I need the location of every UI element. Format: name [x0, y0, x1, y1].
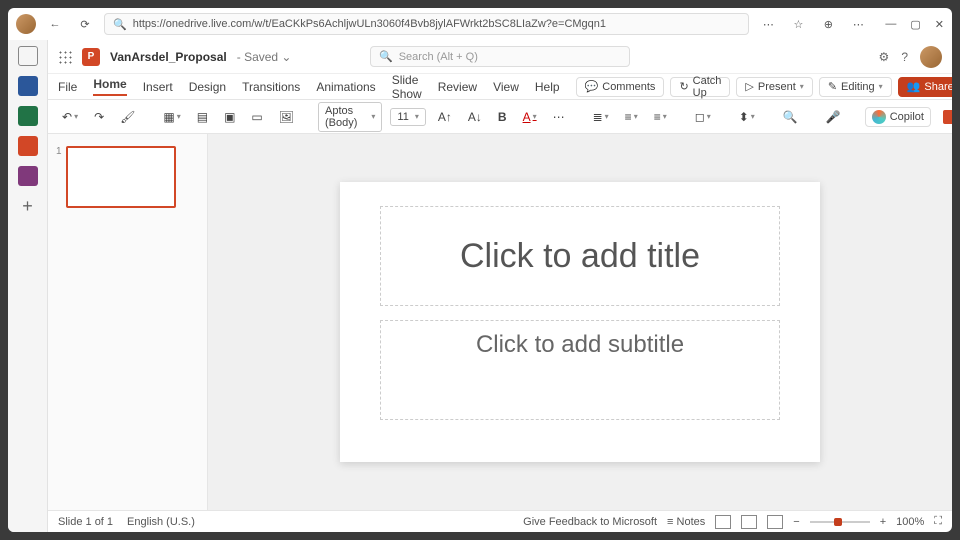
subtitle-placeholder[interactable]: Click to add subtitle [380, 320, 780, 420]
section-button[interactable]: ▭ [247, 108, 266, 126]
slide: Click to add title Click to add subtitle [340, 182, 820, 462]
zoom-slider[interactable] [810, 521, 870, 523]
tab-view[interactable]: View [493, 80, 519, 94]
picture-button[interactable]: 🖼 [275, 108, 298, 126]
settings-icon[interactable]: ⚙ [879, 50, 890, 64]
editing-button[interactable]: ✎ Editing ▾ [819, 77, 892, 97]
slide-thumbnail-1[interactable] [66, 146, 176, 208]
language-status[interactable]: English (U.S.) [127, 516, 195, 528]
address-bar[interactable]: 🔍 [104, 13, 749, 35]
app-launcher-icon[interactable] [58, 50, 72, 64]
close-button[interactable]: ✕ [935, 18, 944, 31]
minimize-button[interactable]: — [885, 18, 896, 31]
comments-button[interactable]: 💬 Comments [576, 77, 665, 97]
reset-button[interactable]: ▣ [220, 108, 239, 126]
align-button[interactable]: ≡▾ [650, 108, 671, 126]
search-box[interactable]: 🔍 Search (Alt + Q) [370, 46, 630, 67]
undo-button[interactable]: ↶▾ [58, 108, 82, 126]
browser-chrome: ← ⟳ 🔍 ⋯ ☆ ⊕ ⋯ — ▢ ✕ [8, 8, 952, 40]
new-slide-button[interactable]: ▦▾ [159, 108, 184, 126]
powerpoint-icon: P [82, 48, 100, 66]
reading-view-button[interactable] [767, 515, 783, 529]
status-bar: Slide 1 of 1 English (U.S.) Give Feedbac… [48, 510, 952, 532]
thumb-number: 1 [56, 146, 62, 208]
arrange-button[interactable]: ⬍▾ [735, 108, 759, 126]
favorite-icon[interactable]: ☆ [787, 13, 809, 35]
zoom-out-button[interactable]: − [793, 516, 799, 528]
shapes-button[interactable]: ◻▾ [691, 108, 715, 126]
ribbon-tabs: File Home Insert Design Transitions Anim… [48, 74, 952, 100]
share-button[interactable]: 👥 Share ▾ [898, 77, 952, 97]
url-input[interactable] [133, 18, 741, 30]
feedback-link[interactable]: Give Feedback to Microsoft [523, 516, 657, 528]
tab-animations[interactable]: Animations [316, 80, 375, 94]
dictate-button[interactable]: 🎤 [822, 108, 845, 126]
fit-to-window-button[interactable]: ⛶ [934, 515, 942, 528]
tab-transitions[interactable]: Transitions [242, 80, 300, 94]
zoom-in-button[interactable]: + [880, 516, 886, 528]
rail-word-icon[interactable] [18, 76, 38, 96]
slide-canvas[interactable]: Click to add title Click to add subtitle… [208, 134, 952, 510]
normal-view-button[interactable] [715, 515, 731, 529]
tab-file[interactable]: File [58, 80, 77, 94]
lock-icon: 🔍 [113, 18, 127, 31]
find-button[interactable]: 🔍 [779, 108, 802, 126]
copilot-icon [872, 110, 886, 124]
font-color-button[interactable]: A▾ [519, 108, 541, 126]
catchup-button[interactable]: ↻ Catch Up [670, 77, 730, 97]
increase-font-button[interactable]: A↑ [434, 108, 456, 126]
present-button[interactable]: ▷ Present ▾ [736, 77, 812, 97]
menu-icon[interactable]: ⋯ [847, 13, 869, 35]
layout-button[interactable]: ▤ [193, 108, 212, 126]
decrease-font-button[interactable]: A↓ [464, 108, 486, 126]
document-name[interactable]: VanArsdel_Proposal [110, 50, 227, 64]
profile-avatar[interactable] [16, 14, 36, 34]
app-rail: + [8, 40, 48, 532]
bold-button[interactable]: B [494, 108, 511, 126]
rail-excel-icon[interactable] [18, 106, 38, 126]
help-icon[interactable]: ? [901, 50, 908, 64]
sorter-view-button[interactable] [741, 515, 757, 529]
tab-review[interactable]: Review [438, 80, 477, 94]
title-placeholder[interactable]: Click to add title [380, 206, 780, 306]
copilot-button[interactable]: Copilot [865, 107, 931, 127]
rail-add-icon[interactable]: + [22, 196, 33, 217]
designer-button[interactable] [939, 108, 952, 126]
more-font-button[interactable]: ⋯ [549, 108, 569, 126]
home-toolbar: ↶▾ ↷ 🖌 ▦▾ ▤ ▣ ▭ 🖼 Aptos (Body)▾ 11▾ A↑ A… [48, 100, 952, 134]
rail-home-icon[interactable] [18, 46, 38, 66]
font-size-select[interactable]: 11▾ [390, 108, 425, 126]
tab-slideshow[interactable]: Slide Show [392, 73, 422, 101]
collections-icon[interactable]: ⊕ [817, 13, 839, 35]
app-window: ← ⟳ 🔍 ⋯ ☆ ⊕ ⋯ — ▢ ✕ + P [8, 8, 952, 532]
designer-icon [943, 110, 952, 124]
format-painter-button[interactable]: 🖌 [116, 108, 139, 126]
user-avatar[interactable] [920, 46, 942, 68]
rail-onenote-icon[interactable] [18, 166, 38, 186]
slide-thumbnails: 1 [48, 134, 208, 510]
numbering-button[interactable]: ≡▾ [621, 108, 642, 126]
zoom-level[interactable]: 100% [896, 516, 924, 528]
slide-counter[interactable]: Slide 1 of 1 [58, 516, 113, 528]
search-icon: 🔍 [379, 50, 393, 63]
bullets-button[interactable]: ≣▾ [589, 108, 613, 126]
tab-home[interactable]: Home [93, 77, 126, 96]
refresh-button[interactable]: ⟳ [74, 13, 96, 35]
app-header: P VanArsdel_Proposal - Saved ⌄ 🔍 Search … [48, 40, 952, 74]
notes-toggle[interactable]: ≡ Notes [667, 516, 705, 528]
rail-powerpoint-icon[interactable] [18, 136, 38, 156]
read-aloud-icon[interactable]: ⋯ [757, 13, 779, 35]
save-status: - Saved ⌄ [237, 50, 292, 64]
tab-insert[interactable]: Insert [143, 80, 173, 94]
maximize-button[interactable]: ▢ [910, 18, 920, 31]
tab-help[interactable]: Help [535, 80, 560, 94]
font-select[interactable]: Aptos (Body)▾ [318, 102, 382, 132]
search-placeholder: Search (Alt + Q) [399, 51, 478, 63]
editor-area: 1 Click to add title Click to add subtit… [48, 134, 952, 510]
back-button[interactable]: ← [44, 13, 66, 35]
tab-design[interactable]: Design [189, 80, 226, 94]
redo-button[interactable]: ↷ [90, 108, 108, 126]
